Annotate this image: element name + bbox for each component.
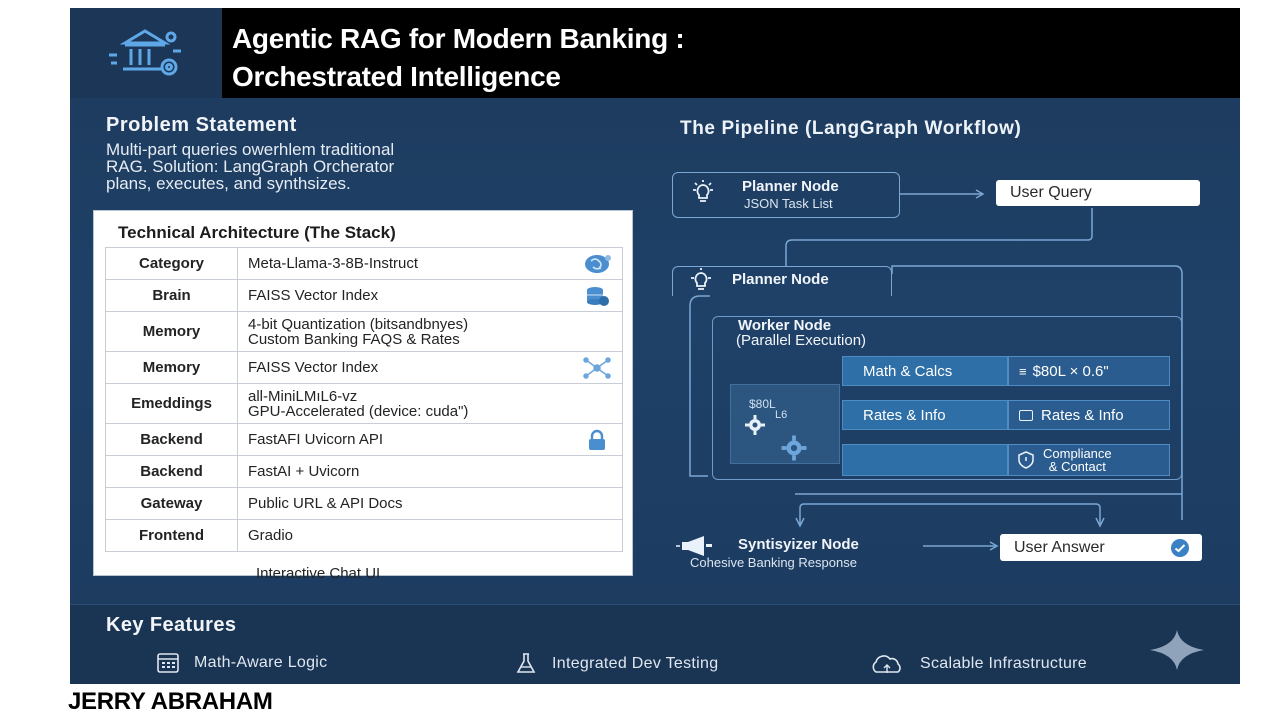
- gear-icon: [781, 435, 807, 461]
- user-answer-box: User Answer: [1000, 534, 1202, 561]
- slide-canvas: Agentic RAG for Modern Banking : Orchest…: [70, 8, 1240, 684]
- stack-icon: ≡: [1019, 363, 1027, 379]
- task-compliance: [842, 444, 1008, 476]
- cloud-icon: [872, 655, 901, 673]
- flask-icon: [516, 653, 536, 673]
- task-result: Compliance & Contact: [1043, 447, 1112, 473]
- task-result: Rates & Info: [1041, 406, 1124, 424]
- check-circle-icon: [1171, 539, 1189, 557]
- feature-math-aware-logic: Math-Aware Logic: [156, 652, 327, 674]
- lightbulb-icon: [688, 178, 718, 213]
- feature-scalable-infrastructure: Scalable Infrastructure: [868, 652, 1087, 676]
- feature-label: Scalable Infrastructure: [920, 655, 1087, 672]
- lightbulb-icon: [686, 266, 716, 301]
- pipeline-connectors: [689, 189, 1183, 551]
- worker-amount-text: $80L: [749, 397, 776, 411]
- shield-icon: [1018, 451, 1034, 469]
- synthesizer-node-title: Syntisyizer Node: [738, 536, 859, 553]
- worker-param-text: L6: [775, 409, 788, 421]
- task-result-line-2: & Contact: [1048, 459, 1106, 474]
- card-icon: [1019, 409, 1033, 421]
- task-result: $80L × 0.6": [1032, 362, 1109, 380]
- user-query-box: User Query: [996, 180, 1200, 206]
- user-answer-label: User Answer: [1014, 538, 1105, 556]
- worker-parallel-panel: $80L L6: [730, 384, 840, 464]
- sparkle-icon: [1150, 630, 1204, 670]
- task-math-result: ≡ $80L × 0.6": [1008, 356, 1170, 386]
- synthesizer-node-subtitle: Cohesive Banking Response: [690, 555, 857, 570]
- author-name: JERRY ABRAHAM: [68, 688, 273, 715]
- planner-node-subtitle: JSON Task List: [744, 196, 833, 211]
- gear-icon: [745, 415, 765, 435]
- task-label: Rates & Info: [863, 406, 946, 424]
- planner-node-title: Planner Node: [742, 178, 839, 195]
- calculator-icon: [157, 653, 179, 673]
- feature-label: Math-Aware Logic: [194, 654, 328, 671]
- task-compliance-result: Compliance & Contact: [1008, 444, 1170, 476]
- task-math-calcs: Math & Calcs: [842, 356, 1008, 386]
- task-rates-result: Rates & Info: [1008, 400, 1170, 430]
- key-features-title: Key Features: [106, 614, 237, 636]
- task-label: Math & Calcs: [863, 362, 953, 380]
- planner-node-2-title: Planner Node: [732, 271, 829, 288]
- worker-node-subtitle: (Parallel Execution): [736, 332, 867, 349]
- feature-label: Integrated Dev Testing: [552, 655, 719, 672]
- feature-integrated-dev-testing: Integrated Dev Testing: [514, 652, 718, 676]
- task-rates-info: Rates & Info: [842, 400, 1008, 430]
